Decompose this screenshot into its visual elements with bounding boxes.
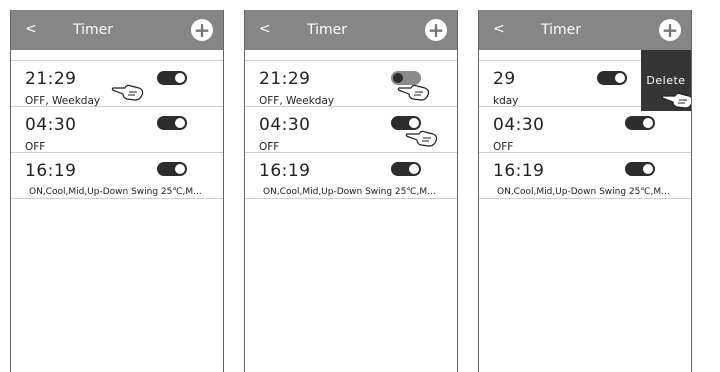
toggle-knob [175,118,185,128]
timer-time: 04:30 [493,115,545,135]
back-button[interactable]: < [259,21,271,37]
phone-screen-1: < Timer + 21:29 OFF, Weekday 04:30 OFF 1… [10,10,224,372]
timer-row[interactable]: 04:30 OFF [11,106,223,153]
toggle-knob [615,73,625,83]
page-title: Timer [307,22,348,38]
toggle-knob [175,164,185,174]
timer-time: 21:29 [25,69,77,89]
timer-time: 21:29 [259,69,311,89]
page-title: Timer [541,22,582,38]
timer-time: 16:19 [259,161,311,181]
back-button[interactable]: < [25,21,37,37]
timer-time: 29 [493,69,516,89]
hand-pointer-icon [397,80,431,102]
hand-pointer-icon [111,80,145,102]
back-button[interactable]: < [493,21,505,37]
toggle-knob [409,164,419,174]
header-bar: < Timer + [479,10,691,50]
header-bar: < Timer + [11,10,223,50]
timer-row[interactable]: 16:19 ON,Cool,Mid,Up-Down Swing 25℃,M... [245,152,457,199]
timer-row[interactable]: 16:19 ON,Cool,Mid,Up-Down Swing 25℃,M... [479,152,691,199]
toggle-knob [643,118,653,128]
timer-time: 04:30 [259,115,311,135]
timer-description: ON,Cool,Mid,Up-Down Swing 25℃,M... [263,187,436,197]
add-timer-button[interactable]: + [425,19,447,41]
timer-time: 16:19 [25,161,77,181]
timer-row[interactable]: 04:30 OFF [479,106,691,153]
page-title: Timer [73,22,114,38]
timer-time: 16:19 [493,161,545,181]
timer-toggle[interactable] [625,162,655,176]
timer-description: ON,Cool,Mid,Up-Down Swing 25℃,M... [29,187,202,197]
toggle-knob [175,73,185,83]
timer-toggle[interactable] [157,162,187,176]
timer-toggle[interactable] [157,71,187,85]
phone-screen-3: < Timer + 29 kday 04:30 OFF 16:19 ON,Coo… [478,10,692,372]
timer-toggle[interactable] [391,162,421,176]
toggle-knob [643,164,653,174]
add-timer-button[interactable]: + [659,19,681,41]
hand-pointer-icon [405,126,439,148]
phone-screen-2: < Timer + 21:29 OFF, Weekday 04:30 OFF 1… [244,10,458,372]
timer-time: 04:30 [25,115,77,135]
timer-toggle[interactable] [157,116,187,130]
timer-toggle[interactable] [597,71,627,85]
hand-pointer-icon [661,88,691,110]
timer-row[interactable]: 16:19 ON,Cool,Mid,Up-Down Swing 25℃,M... [11,152,223,199]
timer-description: ON,Cool,Mid,Up-Down Swing 25℃,M... [497,187,670,197]
header-bar: < Timer + [245,10,457,50]
add-timer-button[interactable]: + [191,19,213,41]
timer-toggle[interactable] [625,116,655,130]
